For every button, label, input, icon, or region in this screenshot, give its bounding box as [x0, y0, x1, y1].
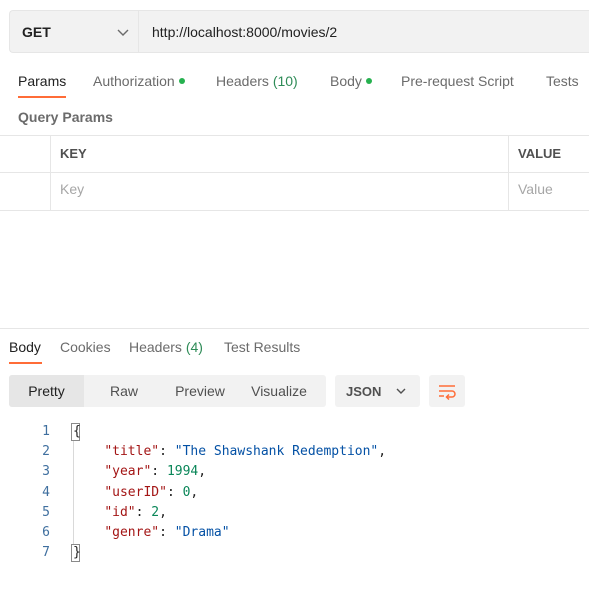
tab-pre-request-script[interactable]: Pre-request Script — [401, 73, 514, 89]
json-field: "year": 1994, — [104, 464, 207, 479]
view-preview-button[interactable]: Preview — [164, 375, 236, 407]
column-header-value: VALUE — [518, 146, 562, 161]
column-header-key: KEY — [60, 146, 87, 161]
json-key: "genre" — [104, 525, 160, 540]
table-header-divider — [0, 172, 589, 173]
json-key: "year" — [104, 464, 152, 479]
tab-response-headers-count: (4) — [185, 339, 203, 355]
param-key-input[interactable]: Key — [60, 181, 84, 197]
line-number: 6 — [42, 525, 50, 540]
view-visualize-button[interactable]: Visualize — [236, 375, 322, 407]
tab-params-label: Params — [18, 73, 67, 89]
json-value: "The Shawshank Redemption" — [174, 444, 379, 459]
view-pretty-button[interactable]: Pretty — [9, 375, 84, 407]
json-open-brace: { — [73, 424, 81, 439]
chevron-down-icon — [117, 29, 129, 36]
tab-tests[interactable]: Tests — [546, 73, 579, 89]
chevron-down-icon — [396, 388, 406, 394]
active-tab-indicator — [18, 96, 66, 98]
line-number: 7 — [42, 545, 50, 560]
pane-divider[interactable] — [0, 328, 589, 329]
json-field: "id": 2, — [104, 505, 167, 520]
tab-body[interactable]: Body — [330, 73, 372, 89]
table-column-divider — [508, 135, 509, 210]
param-value-input[interactable]: Value — [518, 181, 553, 197]
tab-response-body-label: Body — [9, 339, 41, 355]
tab-cookies-label: Cookies — [60, 339, 111, 355]
json-value: "Drama" — [174, 525, 230, 540]
tab-headers[interactable]: Headers (10) — [216, 73, 298, 89]
tab-headers-count: (10) — [272, 73, 298, 89]
method-label: GET — [22, 24, 51, 40]
tab-headers-label: Headers — [216, 73, 269, 89]
json-key: "userID" — [104, 485, 167, 500]
view-raw-button[interactable]: Raw — [84, 375, 164, 407]
json-field: "genre": "Drama" — [104, 525, 230, 540]
tab-body-label: Body — [330, 73, 362, 89]
tab-tests-label: Tests — [546, 73, 579, 89]
line-number: 5 — [42, 505, 50, 520]
table-border-top — [0, 135, 589, 136]
json-key: "title" — [104, 444, 160, 459]
line-number: 3 — [42, 464, 50, 479]
json-field: "title": "The Shawshank Redemption", — [104, 444, 387, 459]
method-select[interactable]: GET — [9, 10, 138, 53]
table-column-divider — [50, 135, 51, 210]
line-number: 1 — [42, 424, 50, 439]
url-input[interactable]: http://localhost:8000/movies/2 — [138, 10, 589, 53]
tab-test-results[interactable]: Test Results — [224, 339, 300, 355]
json-value: 1994 — [166, 464, 199, 479]
wrap-lines-icon — [439, 385, 456, 400]
line-number: 4 — [42, 485, 50, 500]
tab-authorization-label: Authorization — [93, 73, 175, 89]
json-key: "id" — [104, 505, 136, 520]
json-field: "userID": 0, — [104, 485, 199, 500]
tab-params[interactable]: Params — [18, 73, 66, 89]
active-tab-indicator — [9, 362, 42, 364]
tab-response-headers-label: Headers — [129, 339, 182, 355]
tab-response-body[interactable]: Body — [9, 339, 41, 355]
status-dot-icon — [178, 78, 185, 84]
tab-authorization[interactable]: Authorization — [93, 73, 185, 89]
language-select[interactable]: JSON — [335, 375, 420, 407]
json-value: 2 — [151, 505, 160, 520]
json-close-brace: } — [73, 545, 81, 560]
view-mode-toggle: Pretty Raw Preview Visualize — [9, 375, 326, 407]
table-border-bottom — [0, 210, 589, 211]
url-text: http://localhost:8000/movies/2 — [152, 24, 338, 40]
tab-pre-request-script-label: Pre-request Script — [401, 73, 514, 89]
line-number: 2 — [42, 444, 50, 459]
query-params-title: Query Params — [18, 109, 113, 125]
tab-test-results-label: Test Results — [224, 339, 301, 355]
status-dot-icon — [365, 78, 372, 84]
wrap-lines-button[interactable] — [429, 375, 465, 407]
tab-cookies[interactable]: Cookies — [60, 339, 111, 355]
language-label: JSON — [346, 384, 382, 399]
tab-response-headers[interactable]: Headers (4) — [129, 339, 203, 355]
